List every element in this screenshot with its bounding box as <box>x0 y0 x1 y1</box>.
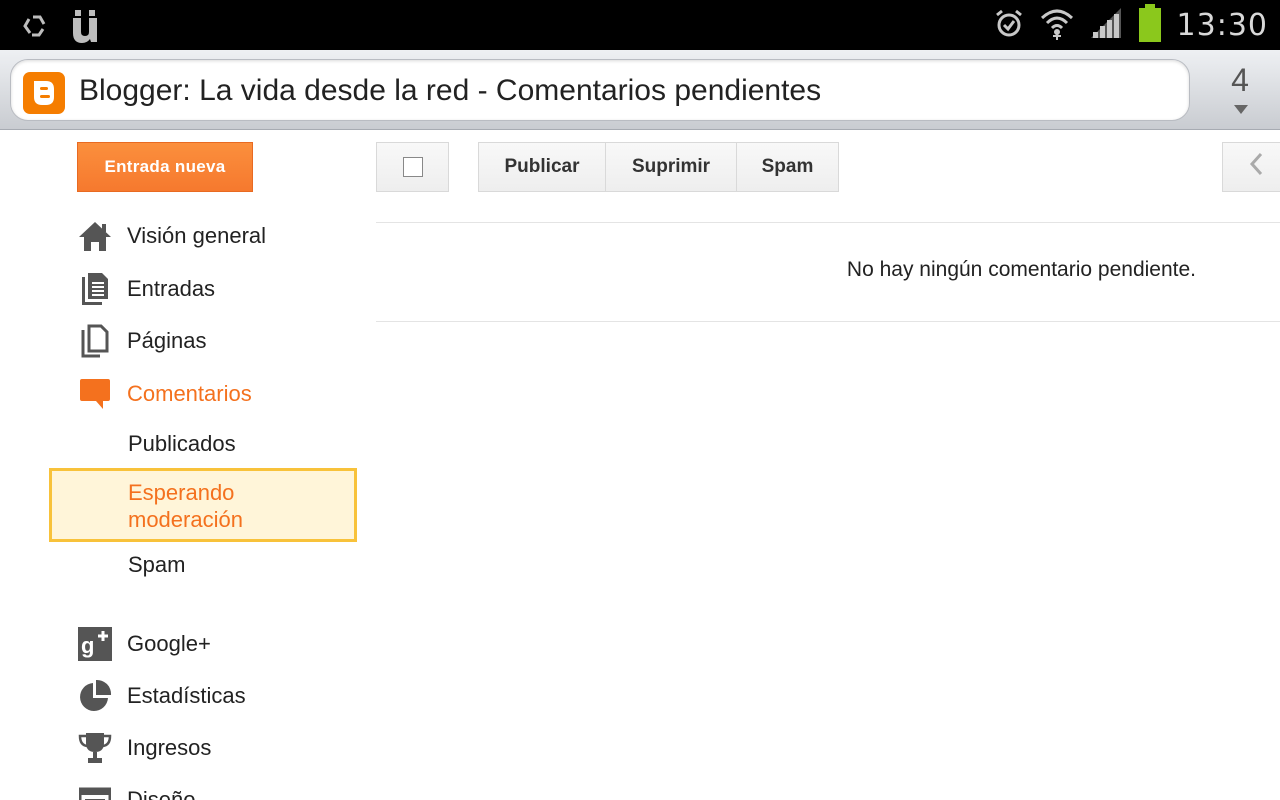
sidebar-item-label: Entradas <box>127 276 216 301</box>
sidebar-item-posts[interactable]: Entradas <box>77 269 215 309</box>
sidebar-subitem-label: Esperando moderación <box>128 480 243 532</box>
sidebar-item-label: Estadísticas <box>127 683 246 708</box>
pie-chart-icon <box>77 678 113 714</box>
publish-button[interactable]: Publicar <box>478 142 606 192</box>
chevron-down-icon <box>1234 102 1248 120</box>
status-bar: 13:30 <box>0 0 1280 50</box>
tabs-button[interactable]: 4 <box>1200 50 1280 130</box>
sidebar-item-stats[interactable]: Estadísticas <box>77 676 246 716</box>
sidebar-item-pages[interactable]: Páginas <box>77 321 207 361</box>
google-plus-icon: g <box>77 626 113 662</box>
clock: 13:30 <box>1176 7 1268 43</box>
sidebar-item-label: Google+ <box>127 631 211 656</box>
sidebar-item-label: Páginas <box>127 328 207 353</box>
layout-icon <box>77 782 113 800</box>
url-bar[interactable]: Blogger: La vida desde la red - Comentar… <box>10 59 1190 121</box>
select-all-checkbox-button[interactable] <box>376 142 449 192</box>
posts-icon <box>77 271 113 307</box>
sidebar-subitem-published[interactable]: Publicados <box>128 431 236 457</box>
u-umlaut-app-icon <box>70 8 104 49</box>
empty-state-message: No hay ningún comentario pendiente. <box>846 258 1196 281</box>
sidebar-item-label: Ingresos <box>127 735 212 760</box>
page-title: Blogger: La vida desde la red - Comentar… <box>79 74 822 107</box>
sidebar-subitem-spam[interactable]: Spam <box>128 552 185 578</box>
spam-button[interactable]: Spam <box>736 142 839 192</box>
home-icon <box>77 218 113 254</box>
signal-icon <box>1089 6 1123 45</box>
sidebar-item-label: Visión general <box>127 223 267 248</box>
sidebar-item-label: Comentarios <box>127 381 252 406</box>
previous-page-button[interactable] <box>1222 142 1280 192</box>
sidebar-item-design[interactable]: Diseño <box>77 780 195 800</box>
recycle-icon <box>22 13 48 44</box>
browser-title-bar: Blogger: La vida desde la red - Comentar… <box>0 50 1280 130</box>
chevron-left-icon <box>1249 152 1263 182</box>
delete-button[interactable]: Suprimir <box>605 142 737 192</box>
sidebar-item-overview[interactable]: Visión general <box>77 216 266 256</box>
trophy-icon <box>77 730 113 766</box>
blogger-logo-icon <box>23 72 65 114</box>
wifi-icon <box>1039 6 1075 45</box>
svg-text:g: g <box>81 633 94 658</box>
battery-icon <box>1137 3 1163 47</box>
sidebar-item-comments[interactable]: Comentarios <box>77 374 252 414</box>
comment-icon <box>77 376 113 412</box>
divider <box>376 222 1280 223</box>
sidebar-item-google-plus[interactable]: g Google+ <box>77 624 211 664</box>
divider <box>376 321 1280 322</box>
sidebar-subitem-awaiting-moderation[interactable]: Esperando moderación <box>49 468 357 542</box>
new-post-button[interactable]: Entrada nueva <box>77 142 253 192</box>
pages-icon <box>77 323 113 359</box>
checkbox[interactable] <box>402 157 423 177</box>
sidebar-item-earnings[interactable]: Ingresos <box>77 728 211 768</box>
tab-count: 4 <box>1231 62 1249 98</box>
sidebar-item-label: Diseño <box>127 787 196 800</box>
alarm-icon <box>993 7 1025 44</box>
